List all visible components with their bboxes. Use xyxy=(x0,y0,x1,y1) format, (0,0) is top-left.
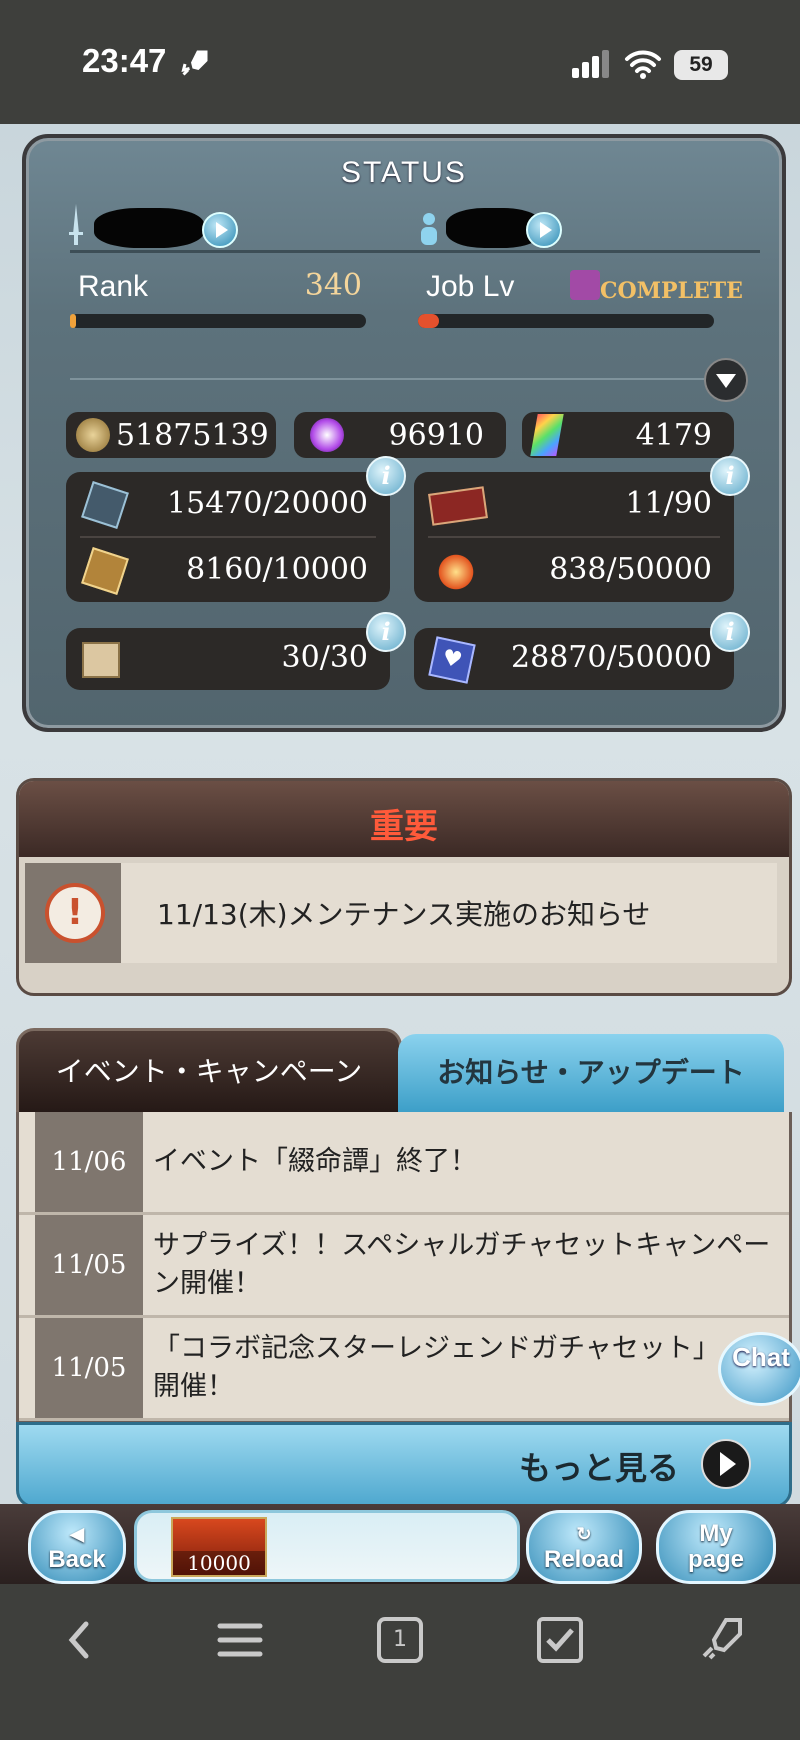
boxes-value: 30/30 xyxy=(281,640,368,675)
tab-news[interactable]: お知らせ・アップデート xyxy=(398,1034,784,1112)
rank-value: 340 xyxy=(304,268,362,303)
cellular-signal-icon xyxy=(572,50,612,78)
box-icon xyxy=(82,642,120,678)
rocket-icon xyxy=(181,50,208,76)
more-label: もっと見る xyxy=(518,1449,679,1487)
expand-dropdown-button[interactable] xyxy=(704,358,748,402)
crew-arrow-button[interactable] xyxy=(526,212,562,248)
tickets-info-button[interactable]: i xyxy=(710,456,750,496)
divider xyxy=(428,536,720,538)
exclamation-icon: ! xyxy=(45,883,105,943)
game-nav-bar: ◀ Back 10000 ↻ Reload My page xyxy=(0,1504,800,1584)
reload-label: Reload xyxy=(543,1546,624,1573)
hearts-info-button[interactable]: i xyxy=(710,612,750,652)
more-bar[interactable]: もっと見る xyxy=(16,1422,792,1508)
ticket-icon xyxy=(428,486,488,526)
divider xyxy=(70,250,760,253)
rupie-value: 51875139 xyxy=(116,418,269,453)
news-date: 11/06 xyxy=(35,1112,143,1212)
news-item[interactable]: 11/05 「コラボ記念スターレジェンドガチャセット」開催！ xyxy=(19,1318,789,1421)
divider xyxy=(80,536,376,538)
rank-progress-bar xyxy=(70,314,366,328)
ep-value: 8160/10000 xyxy=(186,552,368,587)
hearts-box: ♥ 28870/50000 xyxy=(414,628,734,690)
system-status-bar: 23:47 59 xyxy=(0,0,800,124)
more-arrow-button[interactable] xyxy=(701,1439,751,1489)
ep-icon xyxy=(81,547,129,595)
important-item[interactable]: ! 11/13(木)メンテナンス実施のお知らせ xyxy=(25,863,777,963)
important-title: 重要 xyxy=(370,807,438,847)
news-text: イベント「綴命譚」終了！ xyxy=(153,1146,477,1177)
gem-value: 4179 xyxy=(635,418,712,453)
rainbow-gem-icon xyxy=(530,414,564,456)
status-panel: STATUS Rank 340 Job Lv COMPLETE 51875139… xyxy=(22,134,786,732)
rupie-icon xyxy=(76,418,110,452)
crystal-icon xyxy=(310,418,344,452)
hearts-value: 28870/50000 xyxy=(511,640,712,675)
burst-value: 838/50000 xyxy=(549,552,712,587)
job-level-label: Job Lv xyxy=(426,270,515,303)
tickets-box: 11/90 838/50000 xyxy=(414,472,734,602)
ticket-value: 11/90 xyxy=(625,486,712,521)
rupie-box: 51875139 xyxy=(66,412,276,458)
crystal-box: 96910 xyxy=(294,412,506,458)
rocket-icon[interactable] xyxy=(690,1610,750,1670)
crystal-value: 96910 xyxy=(388,418,484,453)
tab-count: 1 xyxy=(393,1627,407,1652)
news-text: サプライズ！！スペシャルガチャセットキャンペーン開催！ xyxy=(153,1230,771,1299)
rank-label: Rank xyxy=(78,270,149,303)
item-slot[interactable]: 10000 xyxy=(134,1510,520,1582)
news-item[interactable]: 11/06 イベント「綴命譚」終了！ xyxy=(19,1112,789,1215)
back-chevron-icon[interactable] xyxy=(50,1610,110,1670)
news-date: 11/05 xyxy=(35,1215,143,1315)
browser-toolbar: 1 xyxy=(0,1584,800,1740)
back-arrow-icon: ◀ xyxy=(70,1524,84,1544)
news-text: 「コラボ記念スターレジェンドガチャセット」開催！ xyxy=(153,1333,707,1402)
job-progress-fill xyxy=(418,314,439,328)
sword-icon xyxy=(69,204,83,245)
reload-icon: ↻ xyxy=(576,1524,592,1544)
important-panel: 重要 ! 11/13(木)メンテナンス実施のお知らせ xyxy=(16,778,792,996)
chat-button[interactable]: Chat xyxy=(718,1332,800,1406)
important-header: 重要 xyxy=(19,781,789,857)
person-icon xyxy=(421,213,437,245)
tabs-button[interactable]: 1 xyxy=(370,1610,430,1670)
rank-progress-fill xyxy=(70,314,76,328)
menu-icon[interactable] xyxy=(210,1610,270,1670)
warning-cell: ! xyxy=(25,863,121,963)
ap-value: 15470/20000 xyxy=(167,486,368,521)
back-button[interactable]: ◀ Back xyxy=(28,1510,126,1584)
checkbox-icon[interactable] xyxy=(530,1610,590,1670)
news-date: 11/05 xyxy=(35,1318,143,1418)
news-item[interactable]: 11/05 サプライズ！！スペシャルガチャセットキャンペーン開催！ xyxy=(19,1215,789,1318)
wifi-icon xyxy=(625,50,661,79)
stamina-box: 15470/20000 8160/10000 xyxy=(66,472,390,602)
profile-arrow-button[interactable] xyxy=(202,212,238,248)
gem-box: 4179 xyxy=(522,412,734,458)
job-complete-badge: COMPLETE xyxy=(600,278,743,304)
news-list: 11/06 イベント「綴命譚」終了！ 11/05 サプライズ！！スペシャルガチャ… xyxy=(16,1112,792,1423)
divider xyxy=(70,378,730,380)
mypage-label-2: page xyxy=(687,1546,744,1573)
item-count: 10000 xyxy=(173,1551,265,1575)
reload-button[interactable]: ↻ Reload xyxy=(526,1510,642,1584)
job-progress-bar xyxy=(418,314,714,328)
battery-indicator: 59 xyxy=(674,50,728,80)
status-title: STATUS xyxy=(341,156,467,189)
ap-icon xyxy=(81,481,129,529)
tab-events[interactable]: イベント・キャンペーン xyxy=(16,1028,402,1118)
stamina-info-button[interactable]: i xyxy=(366,456,406,496)
job-icon xyxy=(570,270,600,300)
item-thumbnail[interactable]: 10000 xyxy=(171,1517,267,1577)
player-name-redacted xyxy=(94,208,204,248)
heart-icon: ♥ xyxy=(428,636,476,684)
mypage-label-1: My xyxy=(699,1520,733,1547)
mypage-button[interactable]: My page xyxy=(656,1510,776,1584)
clock: 23:47 xyxy=(82,42,167,79)
important-item-text: 11/13(木)メンテナンス実施のお知らせ xyxy=(157,898,651,931)
burst-icon xyxy=(436,552,476,592)
boxes-box: 30/30 xyxy=(66,628,390,690)
boxes-info-button[interactable]: i xyxy=(366,612,406,652)
back-label: Back xyxy=(48,1546,106,1573)
